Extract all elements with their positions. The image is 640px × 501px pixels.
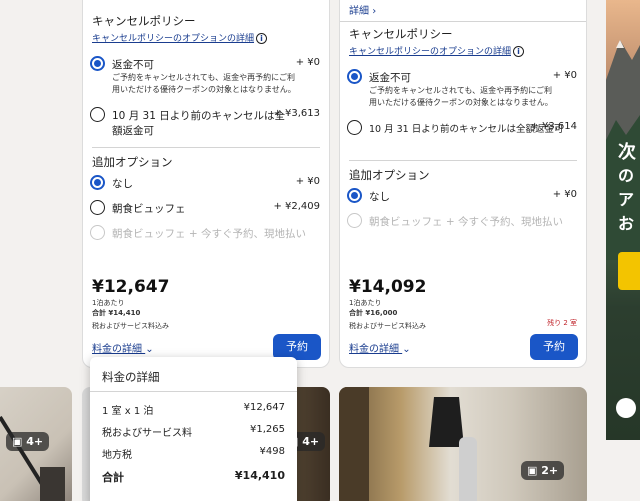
option-label: 朝食ビュッフェ + 今すぐ予約、現地払い: [369, 216, 563, 228]
radio-extra-none[interactable]: [90, 175, 105, 190]
per-night-label: 1泊あたり: [92, 299, 125, 307]
cancel-policy-link[interactable]: キャンセルポリシーのオプションの詳細 i: [92, 31, 268, 44]
radio-breakfast[interactable]: [90, 200, 105, 215]
option-price: + ¥3,614: [530, 121, 577, 132]
option-desc: ご予約をキャンセルされても、返金や再予約にご利: [112, 73, 295, 82]
divider: [90, 391, 297, 392]
cancel-policy-link[interactable]: キャンセルポリシーのオプションの詳細 i: [349, 44, 525, 57]
price-details-popover: 料金の詳細 1 室 x 1 泊 ¥12,647 税およびサービス料 ¥1,265 地…: [90, 357, 297, 501]
divider: [349, 160, 577, 161]
room-option-card-1: キャンセルポリシー キャンセルポリシーのオプションの詳細 i 返金不可 + ¥0 …: [82, 0, 330, 368]
tax-note: 税およびサービス料込み: [92, 322, 169, 330]
chevron-down-icon: ⌄: [402, 344, 411, 355]
chevron-right-icon: ›: [372, 6, 377, 17]
image-icon: ▣: [527, 464, 538, 477]
ad-banner[interactable]: 次 の ア お: [606, 0, 640, 440]
option-label: 朝食ビュッフェ: [112, 203, 186, 215]
tax-note: 税およびサービス料込み: [349, 322, 426, 330]
option-price: + ¥2,409: [273, 201, 320, 212]
option-label: 10 月 31 日より前のキャンセルは全: [112, 110, 286, 122]
details-link[interactable]: 詳細 ›: [349, 2, 376, 17]
radio-refundable[interactable]: [347, 120, 362, 135]
ad-text: の: [618, 166, 635, 185]
option-desc: ご予約をキャンセルされても、返金や再予約にご利: [369, 86, 552, 95]
option-price: + ¥3,613: [273, 108, 320, 119]
photo-count-badge: ▣ 2+: [521, 461, 565, 480]
total-price: 合計 ¥16,000: [349, 309, 398, 317]
price-row: 地方税 ¥498: [102, 446, 285, 461]
option-label: 返金不可: [369, 72, 411, 84]
info-icon: i: [513, 46, 525, 57]
ad-cta-button[interactable]: [618, 252, 640, 290]
popover-title: 料金の詳細: [102, 370, 160, 384]
option-price: + ¥0: [552, 189, 577, 200]
image-icon: ▣: [12, 435, 23, 448]
photo-content: [339, 387, 477, 501]
ad-text: 次: [618, 142, 636, 163]
option-price: + ¥0: [295, 176, 320, 187]
option-price: + ¥0: [295, 57, 320, 68]
chevron-down-icon: ⌄: [145, 344, 154, 355]
option-desc: 用いただける優待クーポンの対象とはなりません。: [369, 98, 553, 107]
price-row: 1 室 x 1 泊 ¥12,647: [102, 402, 285, 417]
book-button[interactable]: 予約: [530, 334, 578, 360]
option-label: なし: [369, 191, 390, 203]
total-price: 合計 ¥14,410: [92, 309, 141, 317]
option-label: 返金不可: [112, 59, 154, 71]
option-label: 朝食ビュッフェ + 今すぐ予約、現地払い: [112, 228, 306, 240]
room-price: ¥14,092: [349, 277, 427, 297]
radio-refundable[interactable]: [90, 107, 105, 122]
option-desc: 用いただける優待クーポンの対象とはなりません。: [112, 85, 296, 94]
room-price: ¥12,647: [92, 277, 170, 297]
radio-breakfast-paylater: [347, 213, 362, 228]
radio-nonrefundable[interactable]: [90, 56, 105, 71]
room-option-card-2: 詳細 › キャンセルポリシー キャンセルポリシーのオプションの詳細 i 返金不可 …: [339, 0, 587, 368]
info-icon: i: [256, 33, 268, 44]
ad-text: お: [618, 214, 635, 233]
room-photo-3[interactable]: ▣ 2+: [339, 387, 587, 501]
ad-text: ア: [618, 190, 635, 209]
radio-nonrefundable[interactable]: [347, 69, 362, 84]
cancel-policy-title: キャンセルポリシー: [92, 14, 196, 28]
remaining-rooms-badge: 残り 2 室: [547, 319, 577, 327]
cancel-policy-title: キャンセルポリシー: [349, 27, 453, 41]
photo-count-badge: ▣ 4+: [6, 432, 50, 451]
radio-breakfast-paylater: [90, 225, 105, 240]
option-label: 額返金可: [112, 125, 154, 137]
price-details-link[interactable]: 料金の詳細 ⌄: [92, 340, 154, 355]
option-label: なし: [112, 178, 133, 190]
divider: [92, 147, 320, 148]
option-price: + ¥0: [552, 70, 577, 81]
extra-options-title: 追加オプション: [92, 155, 173, 169]
room-photo-1[interactable]: ▣ 4+: [0, 387, 72, 501]
price-total-row: 合計 ¥14,410: [102, 469, 285, 484]
extra-options-title: 追加オプション: [349, 168, 430, 182]
per-night-label: 1泊あたり: [349, 299, 382, 307]
brand-logo-icon: [616, 398, 636, 418]
divider: [340, 21, 586, 22]
price-details-link[interactable]: 料金の詳細 ⌄: [349, 340, 411, 355]
price-row: 税およびサービス料 ¥1,265: [102, 424, 285, 439]
radio-extra-none[interactable]: [347, 188, 362, 203]
